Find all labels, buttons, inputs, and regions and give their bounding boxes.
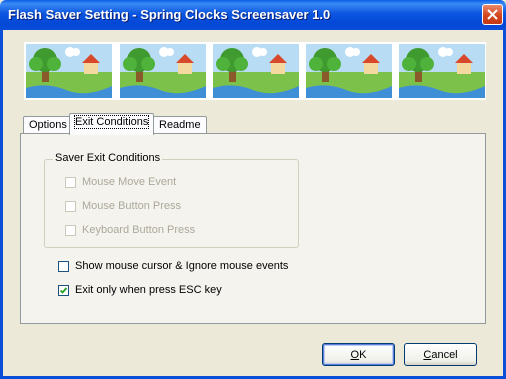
- close-button[interactable]: [482, 4, 503, 25]
- esc-only-label: Exit only when press ESC key: [75, 284, 222, 296]
- ok-button[interactable]: OK: [322, 343, 395, 366]
- scene-thumbnail: [213, 44, 299, 98]
- cancel-mnemonic: C: [423, 348, 432, 361]
- title-bar: Flash Saver Setting - Spring Clocks Scre…: [0, 0, 506, 30]
- mouse-button-press-checkbox[interactable]: [65, 200, 76, 212]
- tab-exit-conditions-label: Exit Conditions: [73, 115, 150, 129]
- esc-only-option[interactable]: Exit only when press ESC key: [58, 284, 222, 296]
- scene-thumbnail: [399, 44, 485, 98]
- show-cursor-checkbox[interactable]: [58, 260, 69, 272]
- mouse-move-event-label: Mouse Move Event: [82, 176, 177, 188]
- esc-only-checkbox[interactable]: [58, 284, 69, 296]
- ok-mnemonic: O: [350, 348, 360, 361]
- window-title: Flash Saver Setting - Spring Clocks Scre…: [8, 7, 331, 22]
- exit-conditions-panel: Saver Exit Conditions Mouse Move Event M…: [20, 133, 486, 324]
- saver-exit-conditions-group: Saver Exit Conditions Mouse Move Event M…: [44, 152, 299, 248]
- tab-exit-conditions[interactable]: Exit Conditions: [69, 113, 155, 135]
- show-cursor-option[interactable]: Show mouse cursor & Ignore mouse events: [58, 260, 288, 272]
- mouse-move-event-checkbox[interactable]: [65, 176, 76, 188]
- keyboard-button-press-label: Keyboard Button Press: [82, 224, 196, 236]
- scene-thumbnail: [306, 44, 392, 98]
- tab-options[interactable]: Options: [23, 116, 73, 134]
- group-title: Saver Exit Conditions: [53, 152, 163, 164]
- keyboard-button-press-option[interactable]: Keyboard Button Press: [65, 224, 195, 236]
- scene-thumbnail: [120, 44, 206, 98]
- mouse-button-press-option[interactable]: Mouse Button Press: [65, 200, 181, 212]
- banner-strip: [24, 42, 486, 100]
- tab-readme-label: Readme: [159, 119, 201, 131]
- close-icon: [487, 9, 498, 20]
- ok-button-label: OK: [350, 348, 367, 361]
- mouse-move-event-option[interactable]: Mouse Move Event: [65, 176, 176, 188]
- cancel-button-label: Cancel: [423, 348, 458, 361]
- tab-readme[interactable]: Readme: [153, 116, 207, 134]
- tab-options-label: Options: [29, 119, 67, 131]
- cancel-button[interactable]: Cancel: [404, 343, 477, 366]
- keyboard-button-press-checkbox[interactable]: [65, 224, 76, 236]
- checkmark-icon: [59, 286, 68, 294]
- show-cursor-label: Show mouse cursor & Ignore mouse events: [75, 260, 289, 272]
- scene-thumbnail: [26, 44, 112, 98]
- mouse-button-press-label: Mouse Button Press: [82, 200, 182, 212]
